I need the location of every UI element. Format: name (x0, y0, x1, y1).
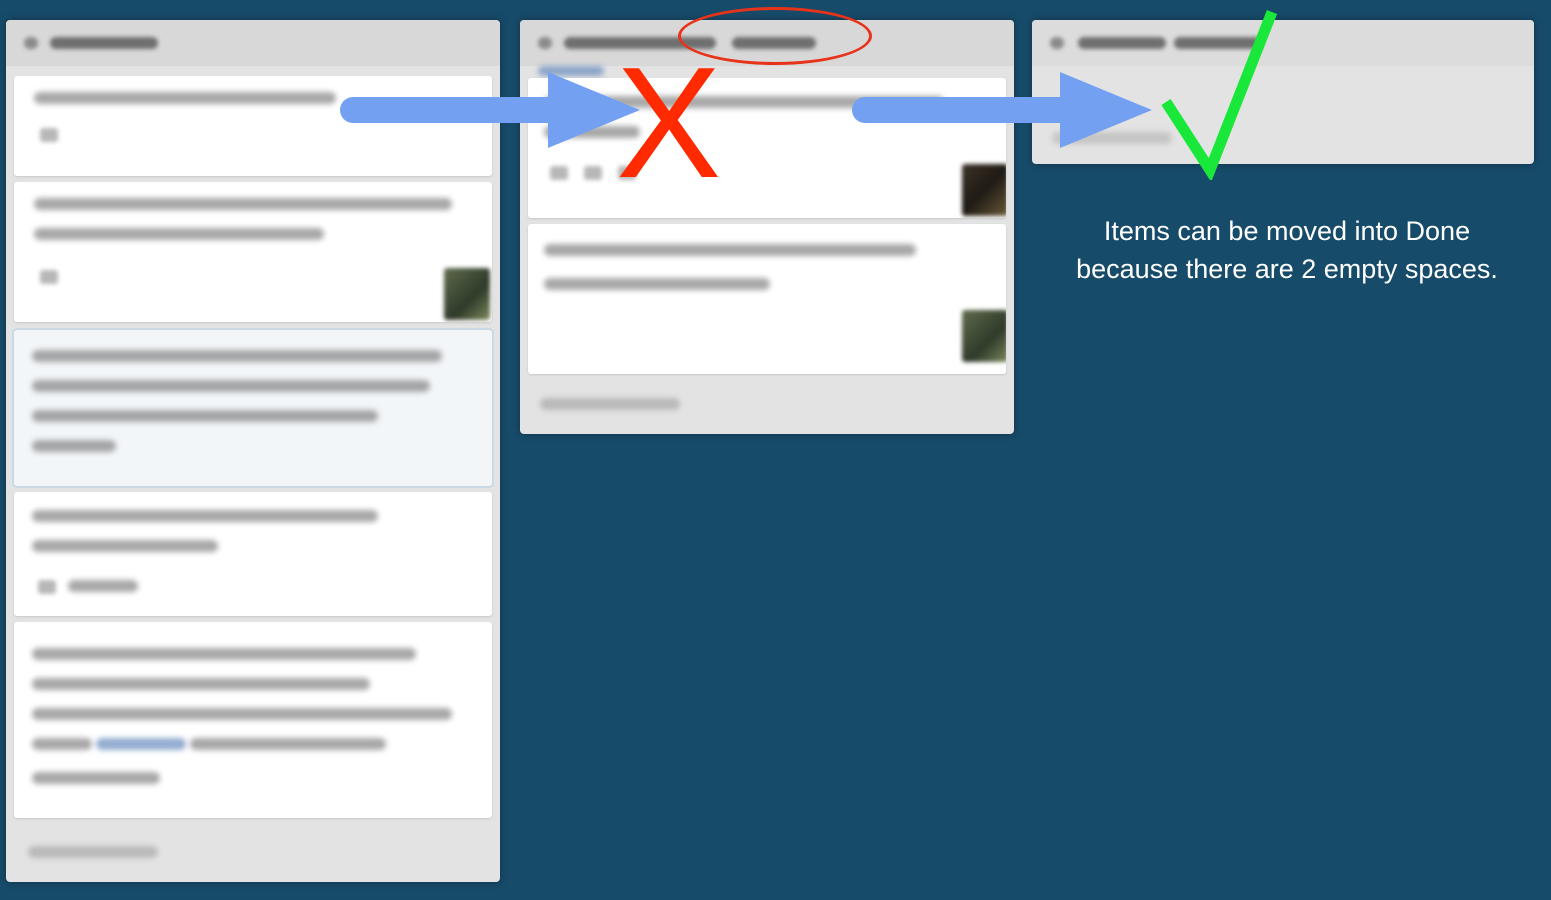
card-text (32, 648, 416, 660)
card-text (32, 440, 116, 452)
card-text (32, 708, 452, 720)
list-item[interactable] (14, 622, 492, 818)
member-avatar[interactable] (962, 310, 1006, 362)
checklist-icon (38, 580, 56, 594)
blocked-x-mark: X (616, 35, 722, 211)
card-text (544, 278, 770, 290)
card-text (32, 678, 370, 690)
card-text (32, 540, 218, 552)
card-text (32, 350, 442, 362)
card-text (34, 198, 452, 210)
card-text (34, 92, 336, 104)
comment-icon (584, 166, 602, 180)
move-arrow-shaft (852, 97, 1084, 123)
move-arrow-head (1060, 72, 1152, 148)
card-badge-text (68, 580, 138, 592)
checklist-icon (40, 128, 58, 142)
move-arrow-shaft (340, 97, 570, 123)
list-item[interactable] (528, 224, 1006, 374)
pending-column-header[interactable] (6, 20, 500, 66)
card-text (32, 380, 430, 392)
card-text (34, 228, 324, 240)
kanban-board: X Items can be moved into Done because t… (0, 0, 1551, 900)
add-card-link[interactable] (540, 398, 680, 410)
in-progress-column-title (538, 37, 552, 49)
pending-column (6, 20, 500, 882)
member-avatar[interactable] (444, 268, 490, 320)
list-item[interactable] (14, 330, 492, 486)
checklist-icon (40, 270, 58, 284)
done-column-title (1050, 37, 1064, 49)
list-item[interactable] (14, 492, 492, 616)
add-card-link[interactable] (28, 846, 158, 858)
list-item[interactable] (14, 76, 492, 176)
card-text (190, 738, 386, 750)
card-text (544, 244, 916, 256)
watch-icon (550, 166, 568, 180)
member-avatar[interactable] (962, 164, 1006, 216)
done-column-header[interactable] (1032, 20, 1534, 66)
pending-column-title-text (50, 37, 158, 49)
card-text (32, 410, 378, 422)
card-text (32, 510, 378, 522)
done-column-title-text (1078, 37, 1166, 49)
pending-column-title (24, 37, 38, 49)
allowed-check-icon (1161, 10, 1278, 180)
card-link[interactable] (96, 738, 186, 750)
annotation-note: Items can be moved into Done because the… (1076, 216, 1498, 284)
list-item[interactable] (14, 182, 492, 322)
card-text (32, 738, 92, 750)
card-text (32, 772, 160, 784)
